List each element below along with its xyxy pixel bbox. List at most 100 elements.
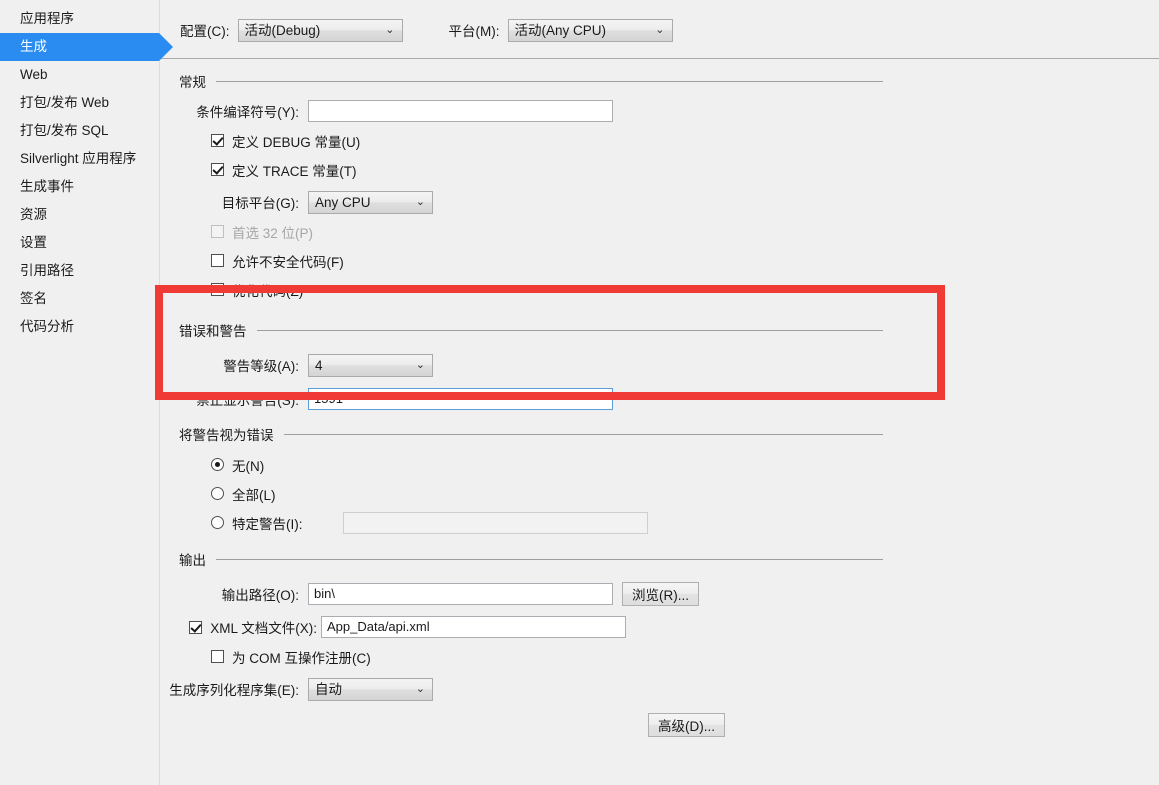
general-title: 常规 — [179, 75, 206, 90]
chevron-down-icon: ⌄ — [415, 358, 425, 371]
serialization-assembly-label: 生成序列化程序集(E): — [169, 683, 299, 698]
sidebar-item-resources[interactable]: 资源 — [0, 201, 159, 229]
sidebar-item-package-publish-sql[interactable]: 打包/发布 SQL — [0, 117, 159, 145]
suppress-warnings-row: 禁止显示警告(S): — [161, 386, 1159, 412]
chevron-down-icon: ⌄ — [655, 23, 665, 36]
optimize-code-row[interactable]: 优化代码(Z) — [211, 277, 1159, 302]
sidebar-item-label: 打包/发布 Web — [20, 95, 110, 110]
serialization-assembly-dropdown[interactable]: 自动 ⌄ — [308, 677, 433, 701]
build-settings-pane: 配置(C): 活动(Debug) ⌄ 平台(M): 活动(Any CPU) ⌄ … — [161, 0, 1159, 785]
checkbox-icon-prefer-32bit — [211, 225, 224, 238]
project-properties-page: 应用程序 生成 Web 打包/发布 Web 打包/发布 SQL Silverli… — [0, 0, 1159, 785]
errors-warnings-title: 错误和警告 — [179, 324, 247, 339]
header-divider — [161, 58, 1159, 59]
serialization-assembly-row: 生成序列化程序集(E): 自动 ⌄ — [161, 676, 1159, 702]
properties-sidebar: 应用程序 生成 Web 打包/发布 Web 打包/发布 SQL Silverli… — [0, 0, 173, 785]
general-section-header: 常规 — [179, 71, 883, 91]
define-debug-label: 定义 DEBUG 常量(U) — [232, 134, 361, 150]
sidebar-item-label: 应用程序 — [20, 11, 74, 26]
checkbox-icon-allow-unsafe-code[interactable] — [211, 254, 224, 267]
define-trace-label: 定义 TRACE 常量(T) — [232, 163, 357, 179]
define-debug-row[interactable]: 定义 DEBUG 常量(U) — [211, 128, 1159, 153]
suppress-warnings-input[interactable] — [308, 388, 613, 410]
section-rule — [256, 329, 883, 331]
radio-icon-all[interactable] — [211, 487, 224, 500]
checkbox-icon-define-trace[interactable] — [211, 163, 224, 176]
chevron-down-icon: ⌄ — [415, 682, 425, 695]
sidebar-item-web[interactable]: Web — [0, 61, 159, 89]
prefer-32bit-label: 首选 32 位(P) — [232, 225, 314, 241]
specific-warnings-input[interactable] — [343, 511, 648, 534]
warning-level-row: 警告等级(A): 4 ⌄ — [161, 352, 1159, 378]
conditional-symbols-input[interactable] — [308, 100, 613, 122]
sidebar-item-code-analysis[interactable]: 代码分析 — [0, 313, 159, 341]
warning-level-value: 4 — [315, 357, 323, 373]
treat-none-row[interactable]: 无(N) — [211, 452, 1159, 477]
browse-button[interactable]: 浏览(R)... — [622, 582, 699, 606]
treat-none-label: 无(N) — [232, 458, 265, 474]
treat-specific-row[interactable]: 特定警告(I): — [211, 510, 1159, 535]
advanced-row: 高级(D)... — [161, 712, 1159, 738]
xml-doc-file-labelgroup: XML 文档文件(X): — [161, 617, 317, 637]
configuration-label: 配置(C): — [180, 24, 230, 39]
sidebar-item-build-events[interactable]: 生成事件 — [0, 173, 159, 201]
define-trace-row[interactable]: 定义 TRACE 常量(T) — [211, 157, 1159, 182]
radio-icon-specific[interactable] — [211, 516, 224, 529]
configuration-dropdown[interactable]: 活动(Debug) ⌄ — [237, 18, 403, 42]
errors-warnings-section-header: 错误和警告 — [179, 320, 883, 340]
sidebar-item-build[interactable]: 生成 — [0, 33, 173, 61]
radio-icon-none[interactable] — [211, 458, 224, 471]
platform-value: 活动(Any CPU) — [514, 22, 607, 38]
chevron-down-icon: ⌄ — [385, 23, 395, 36]
suppress-warnings-label: 禁止显示警告(S): — [196, 393, 299, 408]
allow-unsafe-code-label: 允许不安全代码(F) — [232, 254, 344, 270]
com-interop-row[interactable]: 为 COM 互操作注册(C) — [211, 644, 1159, 669]
target-platform-dropdown[interactable]: Any CPU ⌄ — [308, 190, 433, 214]
section-rule — [216, 558, 883, 560]
prefer-32bit-row: 首选 32 位(P) — [211, 219, 1159, 244]
com-interop-label: 为 COM 互操作注册(C) — [232, 650, 371, 666]
output-path-input[interactable] — [308, 583, 613, 605]
optimize-code-label: 优化代码(Z) — [232, 283, 304, 299]
conditional-symbols-label: 条件编译符号(Y): — [196, 105, 299, 120]
sidebar-item-reference-paths[interactable]: 引用路径 — [0, 257, 159, 285]
conditional-symbols-row: 条件编译符号(Y): — [161, 98, 1159, 124]
output-path-row: 输出路径(O): 浏览(R)... — [161, 581, 1159, 607]
checkbox-icon-com-interop[interactable] — [211, 650, 224, 663]
sidebar-item-label: 打包/发布 SQL — [20, 123, 109, 138]
sidebar-item-label: 生成事件 — [20, 179, 74, 194]
xml-doc-file-input[interactable] — [321, 616, 626, 638]
allow-unsafe-code-row[interactable]: 允许不安全代码(F) — [211, 248, 1159, 273]
sidebar-item-label: 资源 — [20, 207, 47, 222]
sidebar-item-package-publish-web[interactable]: 打包/发布 Web — [0, 89, 159, 117]
warning-level-dropdown[interactable]: 4 ⌄ — [308, 353, 433, 377]
checkbox-icon-define-debug[interactable] — [211, 134, 224, 147]
platform-label: 平台(M): — [448, 24, 500, 39]
output-section-header: 输出 — [179, 549, 883, 569]
sidebar-item-label: Web — [20, 67, 48, 82]
configuration-bar: 配置(C): 活动(Debug) ⌄ 平台(M): 活动(Any CPU) ⌄ — [161, 0, 1159, 44]
checkbox-icon-xml-doc-file[interactable] — [189, 620, 203, 634]
treat-specific-label: 特定警告(I): — [232, 516, 303, 532]
sidebar-item-label: 引用路径 — [20, 263, 74, 278]
treat-warnings-title: 将警告视为错误 — [179, 428, 274, 443]
treat-warnings-section-header: 将警告视为错误 — [179, 424, 883, 444]
treat-all-label: 全部(L) — [232, 487, 276, 503]
sidebar-item-application[interactable]: 应用程序 — [0, 5, 159, 33]
sidebar-item-label: 代码分析 — [20, 319, 74, 334]
platform-dropdown[interactable]: 活动(Any CPU) ⌄ — [507, 18, 673, 42]
sidebar-item-silverlight-application[interactable]: Silverlight 应用程序 — [0, 145, 159, 173]
sidebar-item-signing[interactable]: 签名 — [0, 285, 159, 313]
target-platform-label: 目标平台(G): — [221, 196, 299, 211]
sidebar-item-label: 签名 — [20, 291, 47, 306]
output-path-label: 输出路径(O): — [221, 588, 299, 603]
checkbox-icon-optimize-code[interactable] — [211, 283, 224, 296]
section-rule — [283, 433, 883, 435]
serialization-assembly-value: 自动 — [315, 681, 342, 697]
treat-all-row[interactable]: 全部(L) — [211, 481, 1159, 506]
sidebar-item-label: 生成 — [20, 39, 47, 54]
advanced-button[interactable]: 高级(D)... — [648, 713, 725, 737]
sidebar-item-settings[interactable]: 设置 — [0, 229, 159, 257]
xml-doc-file-label: XML 文档文件(X): — [210, 621, 317, 636]
chevron-down-icon: ⌄ — [415, 195, 425, 208]
